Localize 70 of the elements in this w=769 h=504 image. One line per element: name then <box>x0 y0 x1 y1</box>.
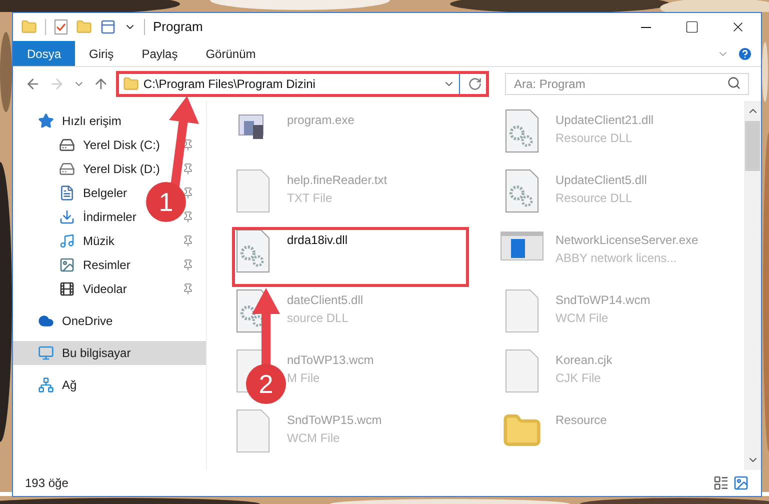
settings-file-icon <box>504 169 538 213</box>
sidebar-item[interactable]: Bu bilgisayar <box>13 341 206 365</box>
file-type: CJK File <box>556 370 602 387</box>
sidebar-item[interactable]: Hızlı erişim <box>13 109 206 133</box>
sidebar-item[interactable]: Ağ <box>13 373 206 397</box>
window-icon <box>500 229 544 263</box>
file-type: ABBY network licens... <box>556 250 678 267</box>
file-icon <box>504 289 538 333</box>
network-icon <box>38 377 54 393</box>
checklist-icon[interactable] <box>54 19 68 35</box>
download-icon <box>59 209 75 225</box>
file-name[interactable]: drda18iv.dll <box>287 231 348 249</box>
ribbon-tab[interactable]: Paylaş <box>128 41 192 66</box>
pin-icon[interactable] <box>182 139 194 151</box>
file-type: Resource DLL <box>556 130 634 147</box>
file-type: TXT File <box>287 190 334 207</box>
file-type: M File <box>287 370 321 387</box>
sidebar-item[interactable]: OneDrive <box>13 309 206 333</box>
file-icon <box>236 409 270 453</box>
file-icon <box>504 349 538 393</box>
sidebar-item[interactable]: Yerel Disk (C:) <box>59 133 160 157</box>
pin-icon[interactable] <box>182 259 194 271</box>
help-icon[interactable] <box>737 46 753 62</box>
pin-icon[interactable] <box>182 163 194 175</box>
pin-icon[interactable] <box>182 283 194 295</box>
drive-icon <box>59 161 75 177</box>
film-icon <box>59 281 75 297</box>
window-title: Program <box>153 18 204 36</box>
sidebar-item[interactable]: Yerel Disk (D:) <box>59 157 160 181</box>
picture-icon <box>59 257 75 273</box>
sidebar-item[interactable]: Resimler <box>59 253 130 277</box>
file-type: WCM File <box>287 430 341 447</box>
ribbon-tab[interactable]: Görünüm <box>192 41 270 66</box>
pin-icon[interactable] <box>182 187 194 199</box>
sidebar-item[interactable]: Müzik <box>59 229 114 253</box>
settings-file-icon <box>236 229 270 273</box>
maximize-icon <box>685 20 699 34</box>
minimize-icon <box>641 26 651 28</box>
sidebar-item[interactable]: Videolar <box>59 277 127 301</box>
star-icon <box>38 113 54 129</box>
file-icon <box>236 169 270 213</box>
up-icon[interactable] <box>92 76 108 92</box>
ribbon-tab[interactable]: Giriş <box>75 41 128 66</box>
sidebar-item[interactable]: Belgeler <box>59 181 128 205</box>
refresh-icon[interactable] <box>468 77 482 91</box>
monitor-icon <box>38 345 54 361</box>
address-path: C:\Program Files\Program Dizini <box>143 76 316 93</box>
cloud-icon <box>38 313 54 329</box>
file-type: WCM File <box>556 310 610 327</box>
scroll-thumb[interactable] <box>745 121 760 171</box>
music-icon <box>59 233 75 249</box>
settings-file-icon <box>504 109 538 153</box>
document-icon <box>59 185 75 201</box>
details-view-icon[interactable] <box>713 475 729 491</box>
drive-icon <box>59 137 75 153</box>
item-count: 193 öğe <box>25 475 70 492</box>
search-field[interactable]: Ara: Program <box>504 73 749 95</box>
file-type: source DLL <box>287 310 350 327</box>
ribbon-tab[interactable]: Dosya <box>13 41 76 66</box>
properties-icon[interactable] <box>100 19 116 35</box>
back-icon[interactable] <box>25 76 41 92</box>
pin-icon[interactable] <box>182 211 194 223</box>
file-type: Resource DLL <box>556 190 634 207</box>
large-icons-view-icon[interactable] <box>733 475 749 491</box>
folder-icon <box>123 76 140 92</box>
search-icon[interactable] <box>726 76 741 90</box>
scrollbar[interactable] <box>744 101 761 470</box>
address-bar[interactable]: C:\Program Files\Program Dizini <box>116 71 489 97</box>
sidebar-item[interactable]: İndirmeler <box>59 205 136 229</box>
pin-icon[interactable] <box>182 235 194 247</box>
